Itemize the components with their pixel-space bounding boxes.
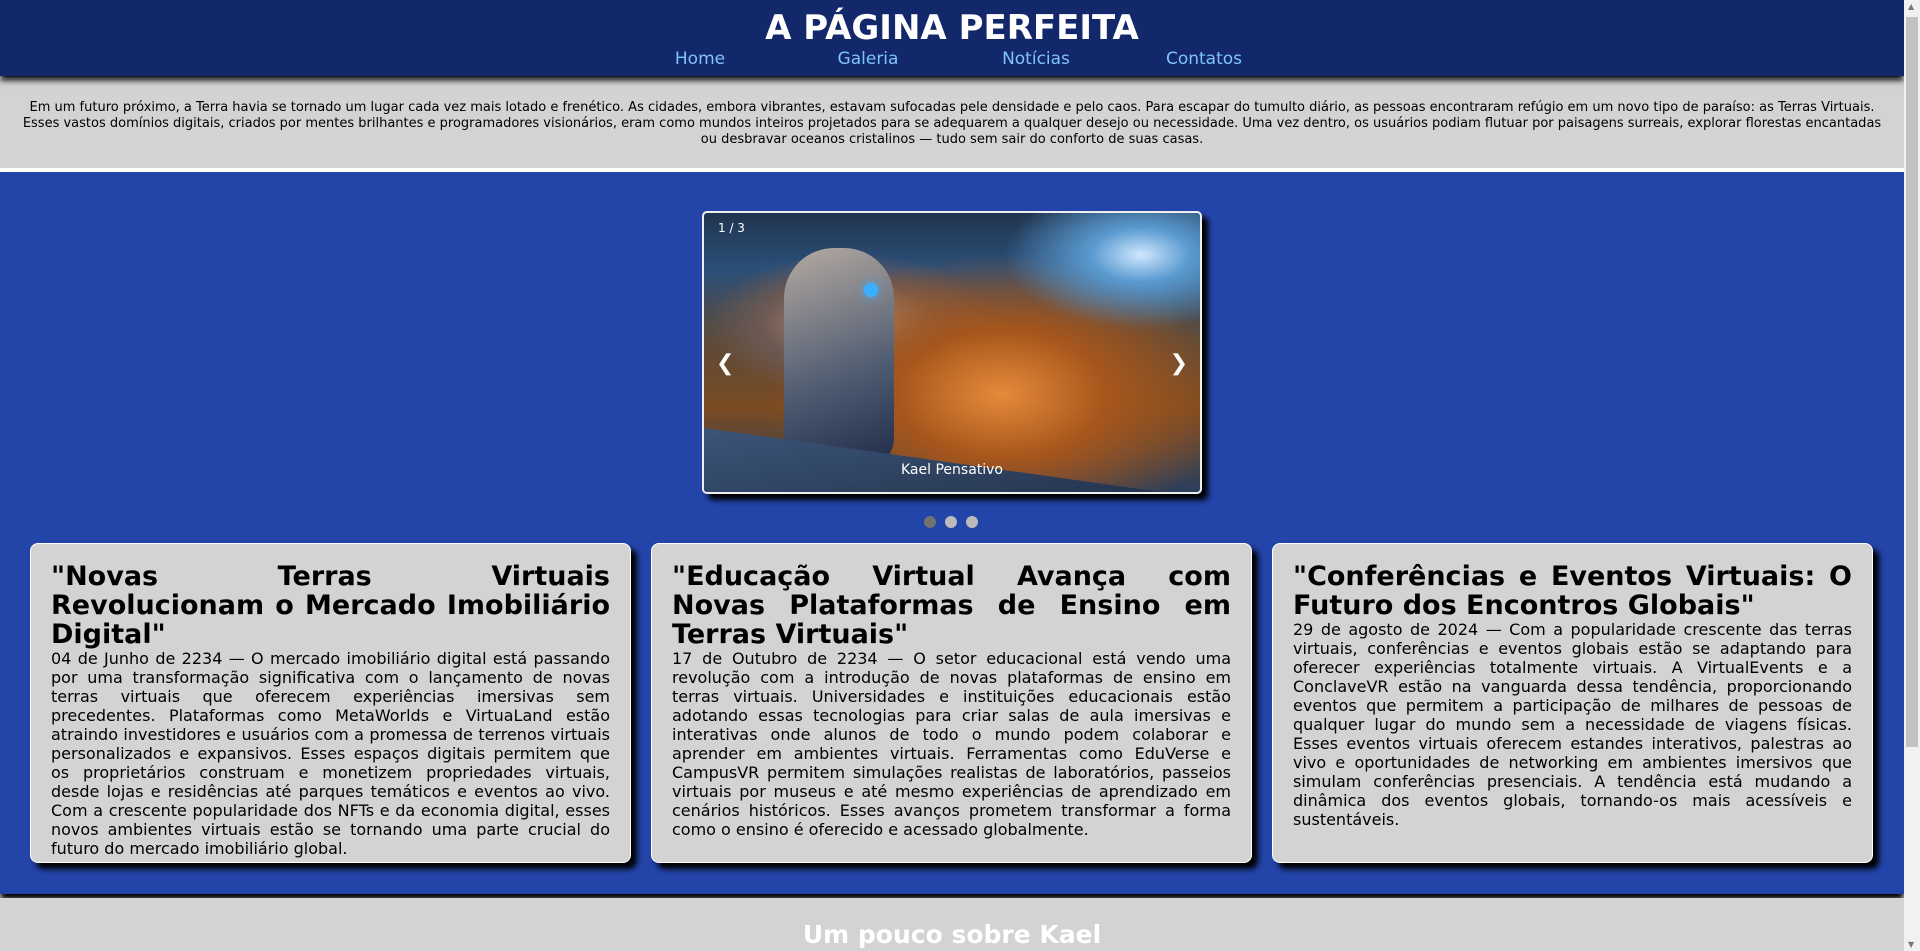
intro-text: Em um futuro próximo, a Terra havia se t… xyxy=(22,99,1882,147)
carousel-dot-1[interactable] xyxy=(924,516,936,528)
news-card-title: "Conferências e Eventos Virtuais: O Futu… xyxy=(1293,561,1852,621)
news-card: "Conferências e Eventos Virtuais: O Futu… xyxy=(1272,543,1873,863)
news-card: "Novas Terras Virtuais Revolucionam o Me… xyxy=(30,543,631,863)
scroll-up-icon[interactable]: ▲ xyxy=(1908,2,1914,11)
robot-eye xyxy=(864,283,878,297)
news-card-body: 04 de Junho de 2234 — O mercado imobiliá… xyxy=(51,649,610,858)
nav-contatos[interactable]: Contatos xyxy=(1120,48,1288,70)
nav-noticias[interactable]: Notícias xyxy=(952,48,1120,70)
news-card: "Educação Virtual Avança com Novas Plata… xyxy=(651,543,1252,863)
news-card-title: "Educação Virtual Avança com Novas Plata… xyxy=(672,561,1231,650)
carousel-dot-2[interactable] xyxy=(945,516,957,528)
main-nav: Home Galeria Notícias Contatos xyxy=(0,48,1904,70)
about-section: Um pouco sobre Kael xyxy=(0,898,1904,951)
site-header: A PÁGINA PERFEITA Home Galeria Notícias … xyxy=(0,0,1904,76)
slide-image-ledge xyxy=(704,428,1200,492)
scroll-down-icon[interactable]: ▼ xyxy=(1908,940,1914,949)
next-arrow-icon[interactable]: ❯ xyxy=(1170,351,1188,376)
site-title: A PÁGINA PERFEITA xyxy=(765,8,1139,48)
news-card-body: 17 de Outubro de 2234 — O setor educacio… xyxy=(672,649,1231,839)
news-card-title: "Novas Terras Virtuais Revolucionam o Me… xyxy=(51,561,610,650)
nav-home[interactable]: Home xyxy=(616,48,784,70)
slide-counter: 1 / 3 xyxy=(718,221,745,235)
prev-arrow-icon[interactable]: ❮ xyxy=(716,351,734,376)
carousel-dots xyxy=(924,516,978,528)
news-card-body: 29 de agosto de 2024 — Com a popularidad… xyxy=(1293,620,1852,829)
slide-image-robot xyxy=(784,248,894,468)
image-carousel: 1 / 3 ❮ ❯ Kael Pensativo xyxy=(702,211,1202,494)
about-title: Um pouco sobre Kael xyxy=(802,920,1102,949)
slide-caption: Kael Pensativo xyxy=(901,462,1003,478)
page-scrollbar[interactable]: ▲ ▼ xyxy=(1904,0,1920,951)
scrollbar-thumb[interactable] xyxy=(1906,17,1918,747)
carousel-dot-3[interactable] xyxy=(966,516,978,528)
nav-galeria[interactable]: Galeria xyxy=(784,48,952,70)
intro-section: Em um futuro próximo, a Terra havia se t… xyxy=(0,79,1904,168)
page: A PÁGINA PERFEITA Home Galeria Notícias … xyxy=(0,0,1904,951)
